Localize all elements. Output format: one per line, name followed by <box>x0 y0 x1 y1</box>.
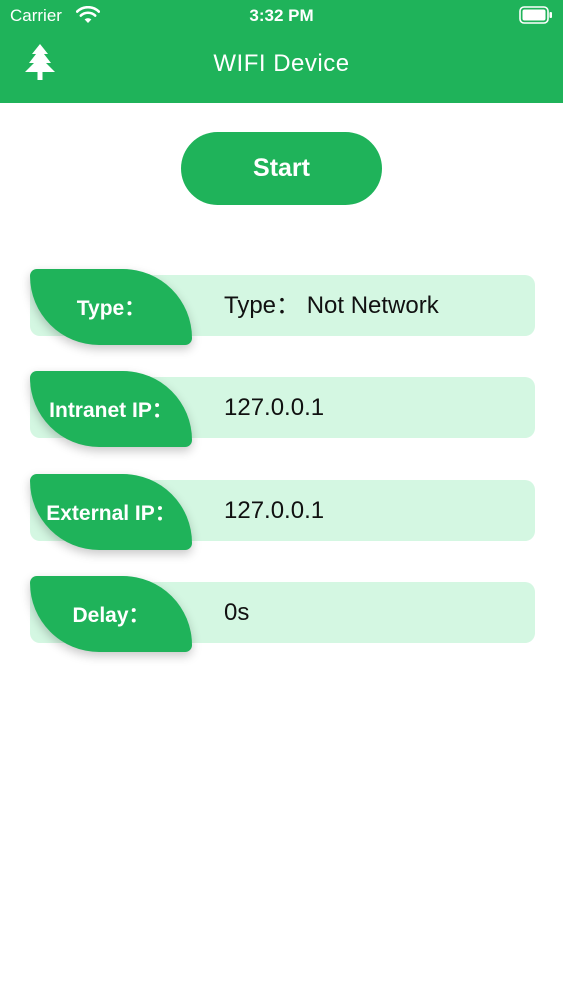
type-value: Type： Not Network <box>224 292 439 319</box>
page-title: WIFI Device <box>213 50 350 77</box>
external-ip-value: 127.0.0.1 <box>224 497 325 524</box>
app-header: Carrier 3:32 PM WIFI Device <box>0 0 563 103</box>
info-row-intranet-ip: 127.0.0.1 Intranet IP： <box>30 371 535 447</box>
start-button[interactable]: Start <box>181 132 382 205</box>
navigation-bar: WIFI Device <box>0 32 563 103</box>
info-row-delay: 0s Delay： <box>30 576 535 652</box>
intranet-ip-value: 127.0.0.1 <box>224 394 325 421</box>
info-row-external-ip: 127.0.0.1 External IP： <box>30 474 535 550</box>
status-time: 3:32 PM <box>249 6 314 25</box>
delay-value: 0s <box>224 599 250 626</box>
status-bar: Carrier 3:32 PM <box>0 0 563 32</box>
info-row-type: Type： Not Network Type： <box>30 269 535 345</box>
battery-icon <box>519 6 552 24</box>
